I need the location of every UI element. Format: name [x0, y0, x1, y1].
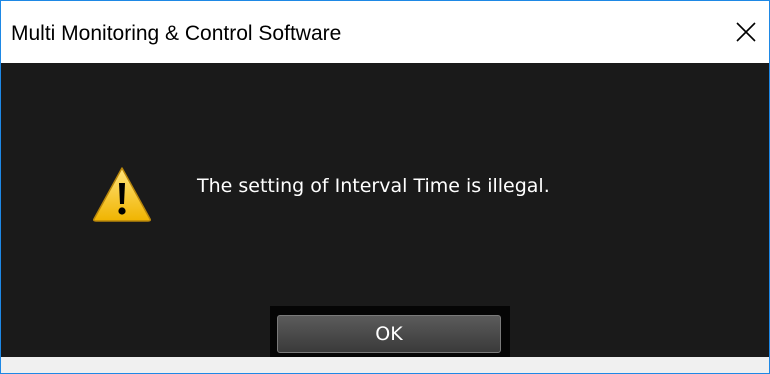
- dialog-window: Multi Monitoring & Control Software The …: [0, 0, 770, 374]
- window-title: Multi Monitoring & Control Software: [11, 22, 342, 45]
- close-button[interactable]: [723, 1, 769, 63]
- title-bar: Multi Monitoring & Control Software: [1, 1, 769, 63]
- warning-icon: [93, 167, 151, 222]
- ok-button-frame: OK: [270, 306, 510, 362]
- ok-button[interactable]: OK: [277, 315, 501, 353]
- close-icon: [736, 22, 756, 42]
- error-message: The setting of Interval Time is illegal.: [197, 175, 550, 197]
- window-bottom-edge: [1, 357, 769, 373]
- dialog-body: The setting of Interval Time is illegal.…: [1, 63, 769, 362]
